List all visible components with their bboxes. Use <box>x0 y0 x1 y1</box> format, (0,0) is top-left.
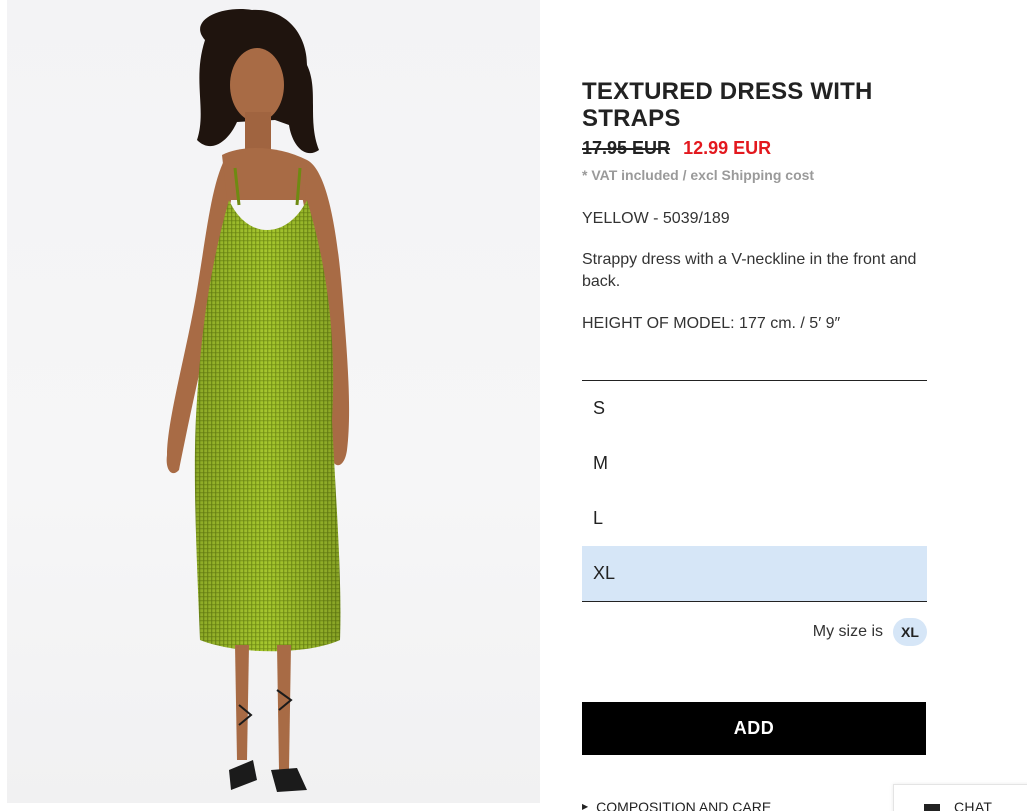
product-image <box>7 0 540 803</box>
chat-square-icon <box>924 804 940 811</box>
chat-label: CHAT <box>954 799 993 811</box>
price-row: 17.95 EUR 12.99 EUR <box>582 137 771 159</box>
chat-widget[interactable]: CHAT <box>893 784 1027 811</box>
product-page: TEXTURED DRESS WITH STRAPS 17.95 EUR 12.… <box>0 0 1027 811</box>
sale-price: 12.99 EUR <box>683 137 772 158</box>
add-to-cart-button[interactable]: ADD <box>582 702 926 755</box>
size-option-m[interactable]: M <box>582 436 927 491</box>
my-size-label: My size is <box>812 623 883 640</box>
vat-note: * VAT included / excl Shipping cost <box>582 167 815 183</box>
color-reference: YELLOW - 5039/189 <box>582 210 730 227</box>
size-option-s[interactable]: S <box>582 381 927 436</box>
product-title: TEXTURED DRESS WITH STRAPS <box>582 78 873 132</box>
composition-label: COMPOSITION AND CARE <box>596 799 772 811</box>
size-selector: S M L XL <box>582 380 927 602</box>
size-option-l[interactable]: L <box>582 491 927 546</box>
original-price: 17.95 EUR <box>582 137 671 158</box>
caret-right-icon: ▶ <box>582 802 589 811</box>
size-option-xl[interactable]: XL <box>582 546 927 601</box>
model-height: HEIGHT OF MODEL: 177 cm. / 5′ 9″ <box>582 315 841 332</box>
composition-and-care-toggle[interactable]: ▶ COMPOSITION AND CARE <box>582 799 771 811</box>
model-in-dress-illustration <box>166 9 350 792</box>
product-description: Strappy dress with a V-neckline in the f… <box>582 251 917 290</box>
my-size-badge[interactable]: XL <box>893 618 927 646</box>
my-size-recommendation: My size is XL <box>582 618 927 646</box>
